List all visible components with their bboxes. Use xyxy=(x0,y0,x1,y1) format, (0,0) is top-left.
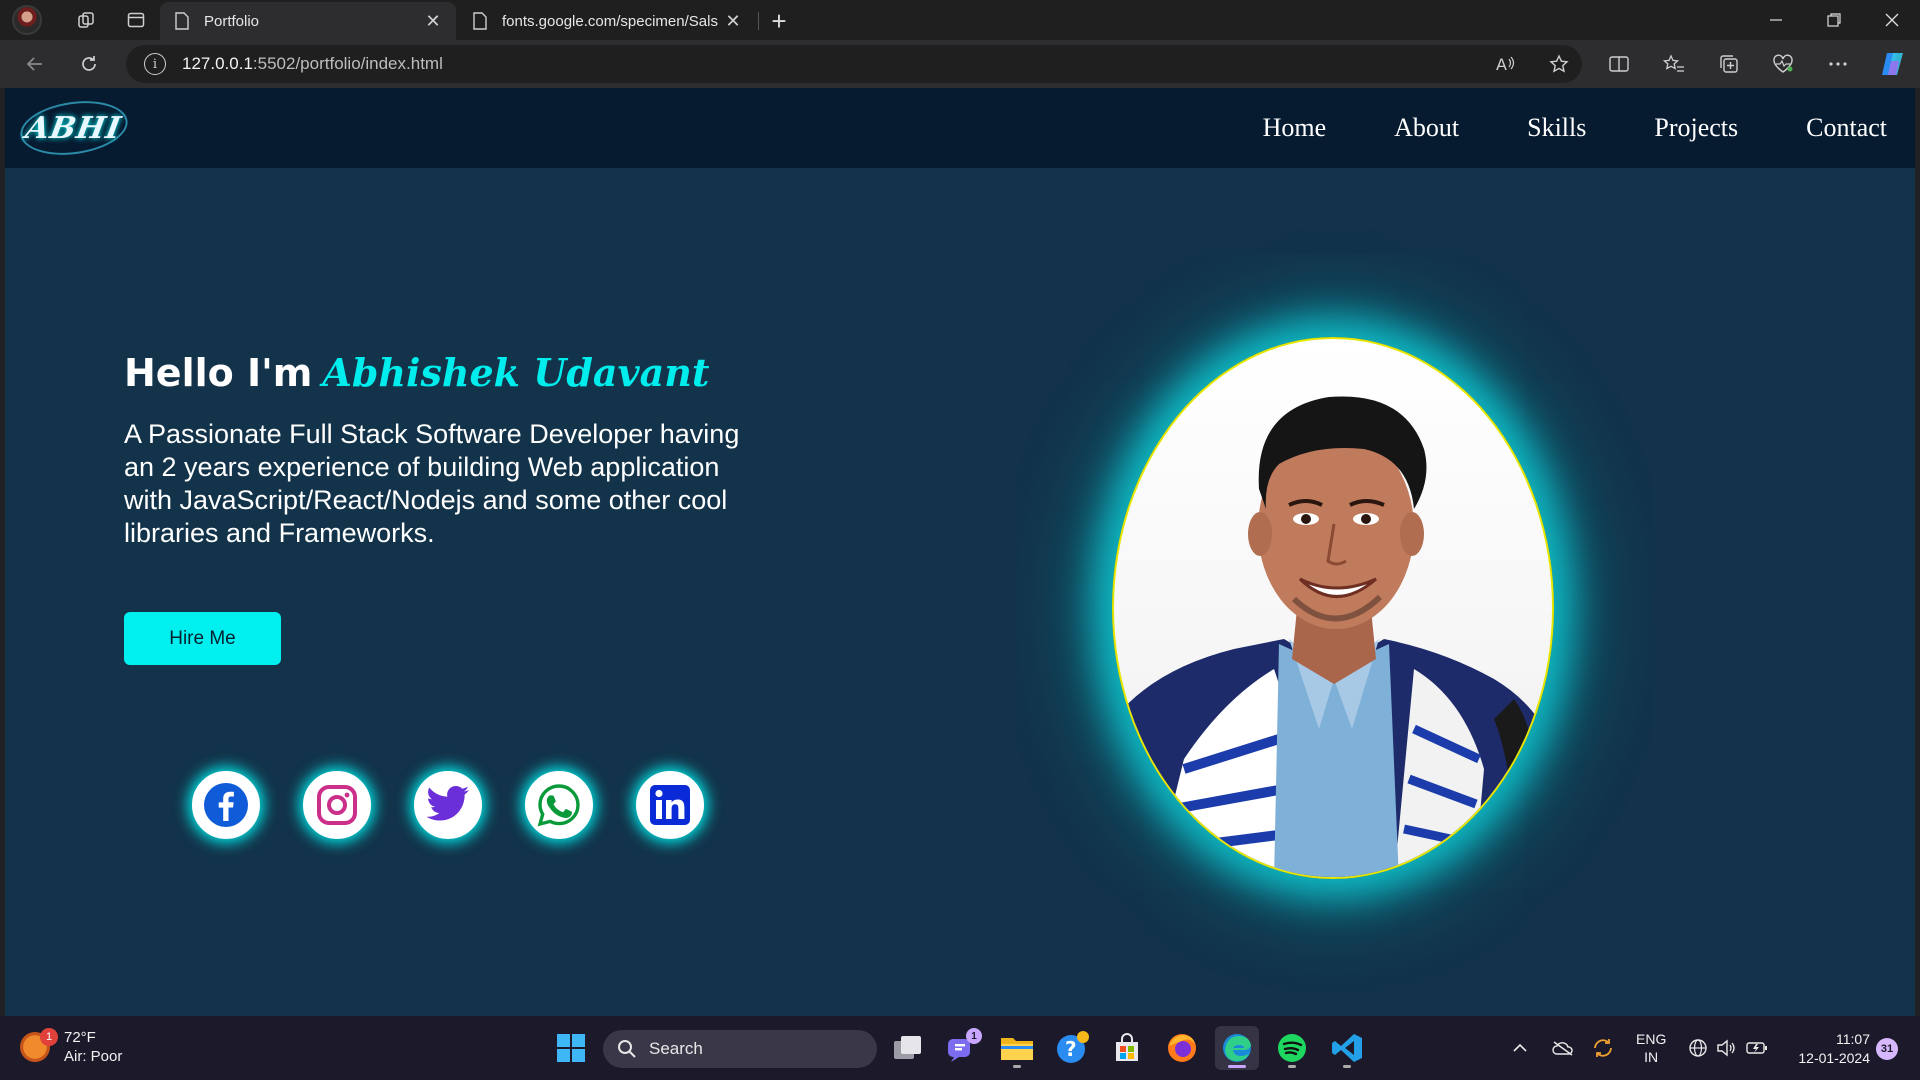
weather-icon: 1 xyxy=(20,1028,58,1062)
url-text: 127.0.0.1:5502/portfolio/index.html xyxy=(182,54,443,74)
show-hidden-icons[interactable] xyxy=(1512,1016,1528,1080)
hero-name: Abhishek Udavant xyxy=(322,350,710,395)
nav-projects[interactable]: Projects xyxy=(1654,113,1738,143)
start-button[interactable] xyxy=(549,1026,593,1070)
tab-title: fonts.google.com/specimen/Sals xyxy=(502,12,718,30)
battery-icon[interactable] xyxy=(1746,1016,1768,1080)
taskbar-search[interactable]: Search xyxy=(603,1030,877,1068)
favorite-star-icon[interactable] xyxy=(1542,47,1576,81)
network-icon[interactable] xyxy=(1688,1016,1708,1080)
app-running-indicator xyxy=(1013,1065,1021,1068)
language-code: ENG xyxy=(1636,1031,1667,1047)
svg-text:?: ? xyxy=(1065,1037,1077,1061)
file-explorer-icon[interactable] xyxy=(995,1026,1039,1070)
favorites-icon[interactable] xyxy=(1657,47,1691,81)
hero-description: A Passionate Full Stack Software Develop… xyxy=(124,419,740,548)
url-host: 127.0.0.1 xyxy=(182,54,253,73)
nav-contact[interactable]: Contact xyxy=(1806,113,1887,143)
close-window-button[interactable] xyxy=(1864,0,1920,40)
page-viewport: ABHI Home About Skills Projects Contact … xyxy=(5,88,1915,1016)
linkedin-icon[interactable] xyxy=(636,771,704,839)
profile-avatar[interactable] xyxy=(12,5,42,35)
hero-greeting: Hello I'm xyxy=(124,351,313,395)
windows-taskbar: 1 72°F Air: Poor Search 1 ? ENG IN 11:07… xyxy=(0,1016,1920,1080)
logo-text: ABHI xyxy=(23,110,125,146)
clock-date: 12-01-2024 xyxy=(1798,1050,1870,1066)
restore-button[interactable] xyxy=(1806,0,1862,40)
workspaces-icon[interactable] xyxy=(68,2,104,38)
edge-browser-icon[interactable] xyxy=(1215,1026,1259,1070)
volume-icon[interactable] xyxy=(1716,1016,1736,1080)
page-icon xyxy=(174,12,192,30)
minimize-button[interactable] xyxy=(1748,0,1804,40)
svg-text:A: A xyxy=(1496,55,1507,73)
profile-photo xyxy=(1112,337,1554,879)
weather-badge: 1 xyxy=(40,1028,58,1046)
tab-fonts-google[interactable]: fonts.google.com/specimen/Sals ✕ xyxy=(458,2,756,40)
copilot-icon[interactable] xyxy=(1876,47,1910,81)
browser-toolbar: i 127.0.0.1:5502/portfolio/index.html A xyxy=(0,40,1920,88)
facebook-icon[interactable] xyxy=(192,771,260,839)
tab-portfolio[interactable]: Portfolio ✕ xyxy=(160,2,456,40)
tab-strip: Portfolio ✕ fonts.google.com/specimen/Sa… xyxy=(0,0,1920,40)
vscode-icon[interactable] xyxy=(1325,1026,1369,1070)
back-button[interactable] xyxy=(18,47,52,81)
teams-badge: 1 xyxy=(966,1028,982,1044)
app-active-indicator xyxy=(1228,1065,1246,1068)
close-tab-icon[interactable]: ✕ xyxy=(424,11,442,31)
nav-skills[interactable]: Skills xyxy=(1527,113,1586,143)
weather-text: 72°F Air: Poor xyxy=(64,1028,122,1066)
onedrive-icon[interactable] xyxy=(1552,1016,1574,1080)
region-code: IN xyxy=(1644,1049,1659,1065)
notification-badge[interactable]: 31 xyxy=(1876,1038,1898,1060)
site-info-icon[interactable]: i xyxy=(144,53,166,75)
system-clock[interactable]: 11:07 12-01-2024 xyxy=(1782,1030,1870,1068)
help-app-icon[interactable]: ? xyxy=(1050,1026,1094,1070)
app-running-indicator xyxy=(1288,1065,1296,1068)
nav-about[interactable]: About xyxy=(1394,113,1459,143)
portrait-illustration xyxy=(1114,396,1552,877)
social-links xyxy=(192,771,704,839)
weather-temp: 72°F xyxy=(64,1029,96,1046)
nav-links: Home About Skills Projects Contact xyxy=(1263,88,1887,168)
search-label: Search xyxy=(649,1039,703,1058)
whatsapp-icon[interactable] xyxy=(525,771,593,839)
collections-icon[interactable] xyxy=(1712,47,1746,81)
nav-home[interactable]: Home xyxy=(1263,113,1327,143)
vertical-tabs-icon[interactable] xyxy=(118,2,154,38)
browser-essentials-icon[interactable] xyxy=(1766,47,1800,81)
twitter-icon[interactable] xyxy=(414,771,482,839)
url-path: :5502/portfolio/index.html xyxy=(252,54,443,73)
tab-separator xyxy=(758,12,759,30)
search-icon xyxy=(618,1040,636,1058)
weather-widget[interactable]: 1 72°F Air: Poor xyxy=(20,1028,122,1066)
tab-title: Portfolio xyxy=(204,12,260,30)
app-running-indicator xyxy=(1343,1065,1351,1068)
close-tab-icon[interactable]: ✕ xyxy=(724,11,742,31)
refresh-button[interactable] xyxy=(72,47,106,81)
teams-chat-icon[interactable]: 1 xyxy=(940,1026,984,1070)
task-view-icon[interactable] xyxy=(886,1026,930,1070)
microsoft-store-icon[interactable] xyxy=(1105,1026,1149,1070)
read-aloud-icon[interactable]: A xyxy=(1488,47,1522,81)
spotify-icon[interactable] xyxy=(1270,1026,1314,1070)
language-indicator[interactable]: ENG IN xyxy=(1636,1016,1666,1080)
instagram-icon[interactable] xyxy=(303,771,371,839)
new-tab-button[interactable]: + xyxy=(764,6,794,36)
hire-me-button[interactable]: Hire Me xyxy=(124,612,281,665)
site-logo[interactable]: ABHI xyxy=(16,94,132,162)
clock-time: 11:07 xyxy=(1836,1031,1870,1047)
weather-condition: Air: Poor xyxy=(64,1048,123,1065)
address-bar[interactable]: i 127.0.0.1:5502/portfolio/index.html A xyxy=(126,45,1582,83)
firefox-icon[interactable] xyxy=(1160,1026,1204,1070)
more-options-icon[interactable] xyxy=(1821,47,1855,81)
page-icon xyxy=(472,12,490,30)
split-screen-icon[interactable] xyxy=(1602,47,1636,81)
sync-icon[interactable] xyxy=(1592,1016,1614,1080)
hero-heading: Hello I'm Abhishek Udavant xyxy=(124,350,709,395)
site-navbar: ABHI Home About Skills Projects Contact xyxy=(5,88,1915,168)
